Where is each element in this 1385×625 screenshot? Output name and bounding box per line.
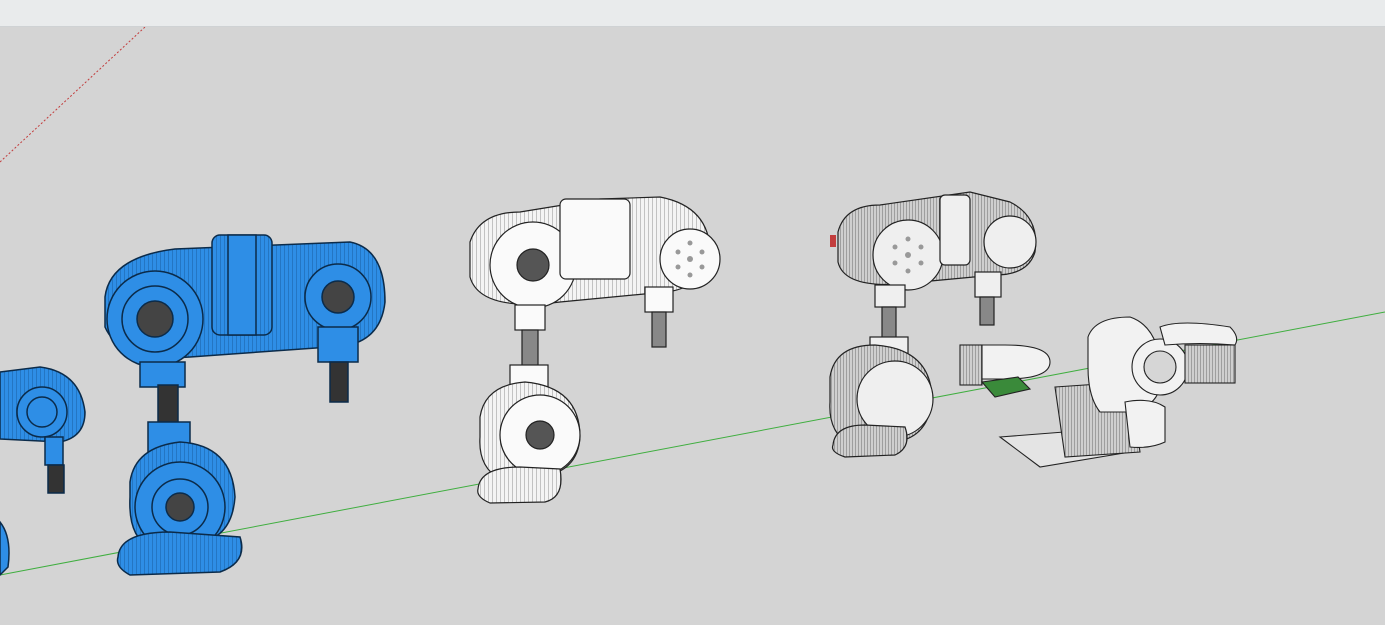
robot-arm-blue[interactable]: [0, 234, 386, 577]
3d-viewport[interactable]: [0, 27, 1385, 625]
exploded-parts[interactable]: [959, 316, 1238, 468]
robot-arm-white[interactable]: [469, 196, 721, 504]
toolbar-strip: [0, 0, 1385, 27]
robot-arm-white-shaded[interactable]: [829, 191, 1037, 458]
red-axis: [0, 27, 146, 163]
viewport-canvas[interactable]: [0, 27, 1385, 625]
